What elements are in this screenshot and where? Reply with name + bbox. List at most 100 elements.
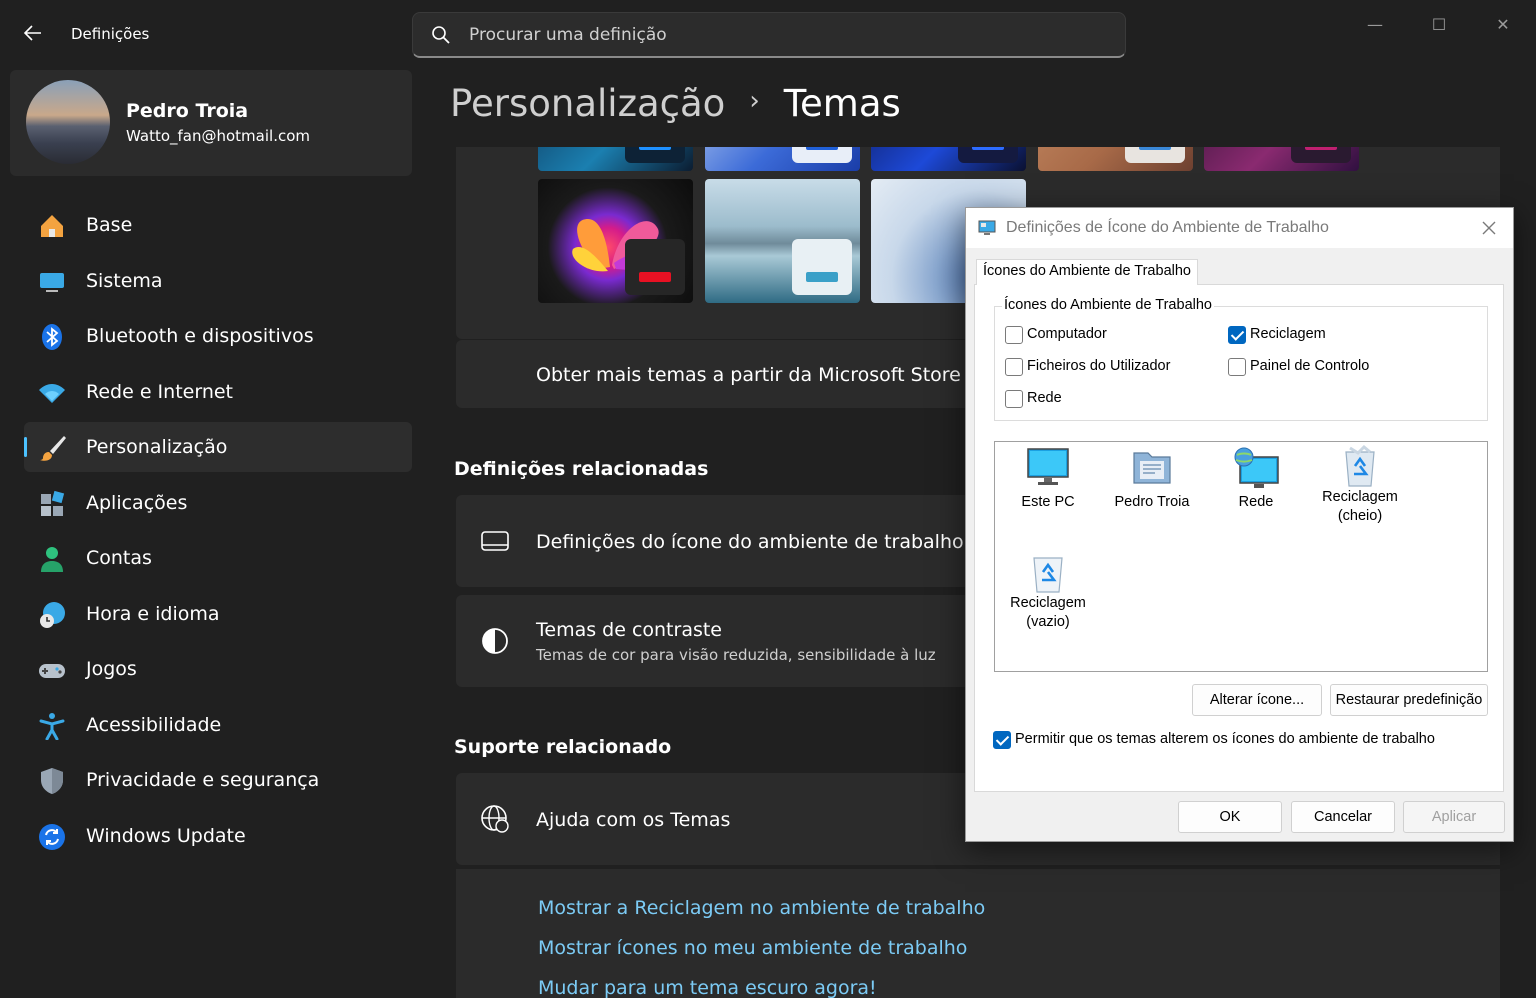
sidebar-item-label: Hora e idioma (86, 602, 220, 625)
bluetooth-icon (42, 324, 62, 350)
apply-button[interactable]: Aplicar (1403, 801, 1505, 833)
sidebar-item-label: Rede e Internet (86, 380, 233, 403)
breadcrumb: Personalização › Temas (450, 82, 901, 132)
home-icon (41, 215, 63, 237)
recycle-bin-full-icon (1345, 444, 1375, 487)
dialog-title: Definições de Ícone do Ambiente de Traba… (1006, 219, 1329, 236)
sidebar-item-contas[interactable]: Contas (24, 533, 412, 583)
breadcrumb-parent[interactable]: Personalização (450, 82, 725, 125)
theme-thumbnail[interactable] (705, 147, 860, 171)
sidebar-item-base[interactable]: Base (24, 200, 412, 250)
sidebar-item-windows-update[interactable]: Windows Update (24, 811, 412, 861)
icon-list-view: Este PC Pedro Troia Rede Reciclagem (che… (994, 441, 1488, 672)
avatar (26, 80, 110, 164)
sidebar-item-label: Privacidade e segurança (86, 769, 320, 791)
profile-email: Watto_fan@hotmail.com (126, 127, 310, 145)
sidebar-item-jogos[interactable]: Jogos (24, 644, 412, 694)
sidebar-item-label: Sistema (86, 269, 163, 292)
theme-thumbnail[interactable] (538, 147, 693, 171)
help-link-show-recycle-bin[interactable]: Mostrar a Reciclagem no ambiente de trab… (538, 897, 985, 919)
icon-label: Pedro Troia (1114, 494, 1190, 510)
checkbox-label: Rede (1027, 390, 1062, 406)
gamepad-icon (39, 664, 65, 678)
theme-thumbnail[interactable] (871, 147, 1026, 171)
sidebar-item-sistema[interactable]: Sistema (24, 256, 412, 306)
update-icon (39, 823, 65, 850)
sidebar-nav: Base Sistema Bluetooth e dispositivos Re… (24, 200, 412, 866)
contrast-icon (482, 628, 508, 654)
monitor-outline-icon (481, 531, 509, 551)
sidebar-item-aplicacoes[interactable]: Aplicações (24, 478, 412, 528)
sidebar-item-label: Contas (86, 547, 152, 569)
theme-thumbnail[interactable] (1038, 147, 1193, 171)
breadcrumb-separator: › (749, 85, 760, 116)
checkbox-label: Computador (1027, 326, 1107, 342)
computer-icon (1027, 448, 1069, 485)
search-box[interactable] (412, 12, 1126, 58)
checkbox-box (1005, 390, 1023, 408)
apps-icon (41, 490, 65, 516)
desktop-settings-app-icon (978, 220, 996, 235)
dialog-title-bar: Definições de Ícone do Ambiente de Traba… (966, 208, 1513, 248)
close-button[interactable]: ✕ (1480, 10, 1526, 40)
icon-item-reciclagem-vazio[interactable]: Reciclagem (vazio) (998, 550, 1098, 632)
profile-name: Pedro Troia (126, 100, 249, 122)
shield-icon (41, 768, 63, 794)
maximize-button[interactable]: ☐ (1416, 10, 1462, 40)
theme-thumbnail[interactable] (705, 179, 860, 303)
icon-label: Este PC (1021, 494, 1075, 510)
sidebar-item-label: Personalização (86, 436, 228, 458)
checkbox-label: Painel de Controlo (1250, 358, 1370, 374)
dialog-close-button[interactable] (1475, 214, 1503, 242)
desktop-icons-group: Ícones do Ambiente de Trabalho Computado… (994, 297, 1488, 421)
related-support-title: Suporte relacionado (454, 736, 672, 758)
globe-clock-icon (40, 601, 65, 628)
restore-default-button[interactable]: Restaurar predefinição (1330, 684, 1488, 716)
profile-card[interactable]: Pedro Troia Watto_fan@hotmail.com (10, 70, 412, 176)
dialog-tab-page: Ícones do Ambiente de Trabalho Computado… (974, 284, 1504, 792)
sidebar-item-rede[interactable]: Rede e Internet (24, 367, 412, 417)
arrow-left-icon (23, 25, 41, 41)
sidebar-item-hora-idioma[interactable]: Hora e idioma (24, 589, 412, 639)
sidebar-item-label: Aplicações (86, 491, 188, 514)
sidebar-item-personalizacao[interactable]: Personalização (24, 422, 412, 472)
sidebar-item-acessibilidade[interactable]: Acessibilidade (24, 700, 412, 750)
ok-button[interactable]: OK (1178, 801, 1282, 833)
minimize-button[interactable]: — (1352, 10, 1398, 40)
page-title: Temas (783, 82, 901, 125)
cancel-button[interactable]: Cancelar (1291, 801, 1395, 833)
icon-item-reciclagem-cheio[interactable]: Reciclagem (cheio) (1310, 444, 1410, 526)
group-title: Ícones do Ambiente de Trabalho (1002, 297, 1214, 313)
sidebar-item-label: Windows Update (86, 824, 246, 847)
checkbox-label: Reciclagem (1250, 326, 1326, 342)
checkbox-box (1005, 326, 1023, 344)
sidebar-item-bluetooth[interactable]: Bluetooth e dispositivos (24, 311, 412, 361)
related-settings-title: Definições relacionadas (454, 458, 709, 480)
tab-desktop-icons[interactable]: Ícones do Ambiente de Trabalho (976, 259, 1198, 285)
help-link-show-desktop-icons[interactable]: Mostrar ícones no meu ambiente de trabal… (538, 937, 967, 959)
icon-item-rede[interactable]: Rede (1206, 447, 1306, 512)
checkbox-box-checked (993, 731, 1011, 749)
contrast-themes-description: Temas de cor para visão reduzida, sensib… (536, 646, 936, 664)
change-icon-button[interactable]: Alterar ícone... (1192, 684, 1322, 716)
icon-label-line2: (vazio) (1026, 614, 1070, 630)
app-title: Definições (71, 25, 150, 43)
help-link-dark-theme[interactable]: Mudar para um tema escuro agora! (538, 977, 877, 998)
sidebar-item-label: Bluetooth e dispositivos (86, 325, 314, 347)
help-themes-label: Ajuda com os Temas (536, 809, 731, 831)
icon-item-este-pc[interactable]: Este PC (998, 447, 1098, 512)
network-icon (1234, 447, 1279, 488)
back-button[interactable] (22, 22, 48, 48)
checkbox-label: Ficheiros do Utilizador (1027, 358, 1171, 374)
search-input[interactable] (469, 23, 1069, 47)
brush-icon (40, 436, 66, 461)
sidebar-item-privacidade[interactable]: Privacidade e segurança (24, 755, 412, 805)
desktop-icon-settings-label: Definições do ícone do ambiente de traba… (536, 531, 964, 553)
icon-label-line2: (cheio) (1337, 508, 1383, 524)
icon-item-pedro-troia[interactable]: Pedro Troia (1102, 447, 1202, 512)
accessibility-icon (39, 712, 65, 740)
theme-thumbnail[interactable] (538, 179, 693, 303)
theme-thumbnail[interactable] (1204, 147, 1359, 171)
icon-label: Reciclagem (1322, 489, 1398, 505)
globe-help-icon (481, 805, 509, 833)
